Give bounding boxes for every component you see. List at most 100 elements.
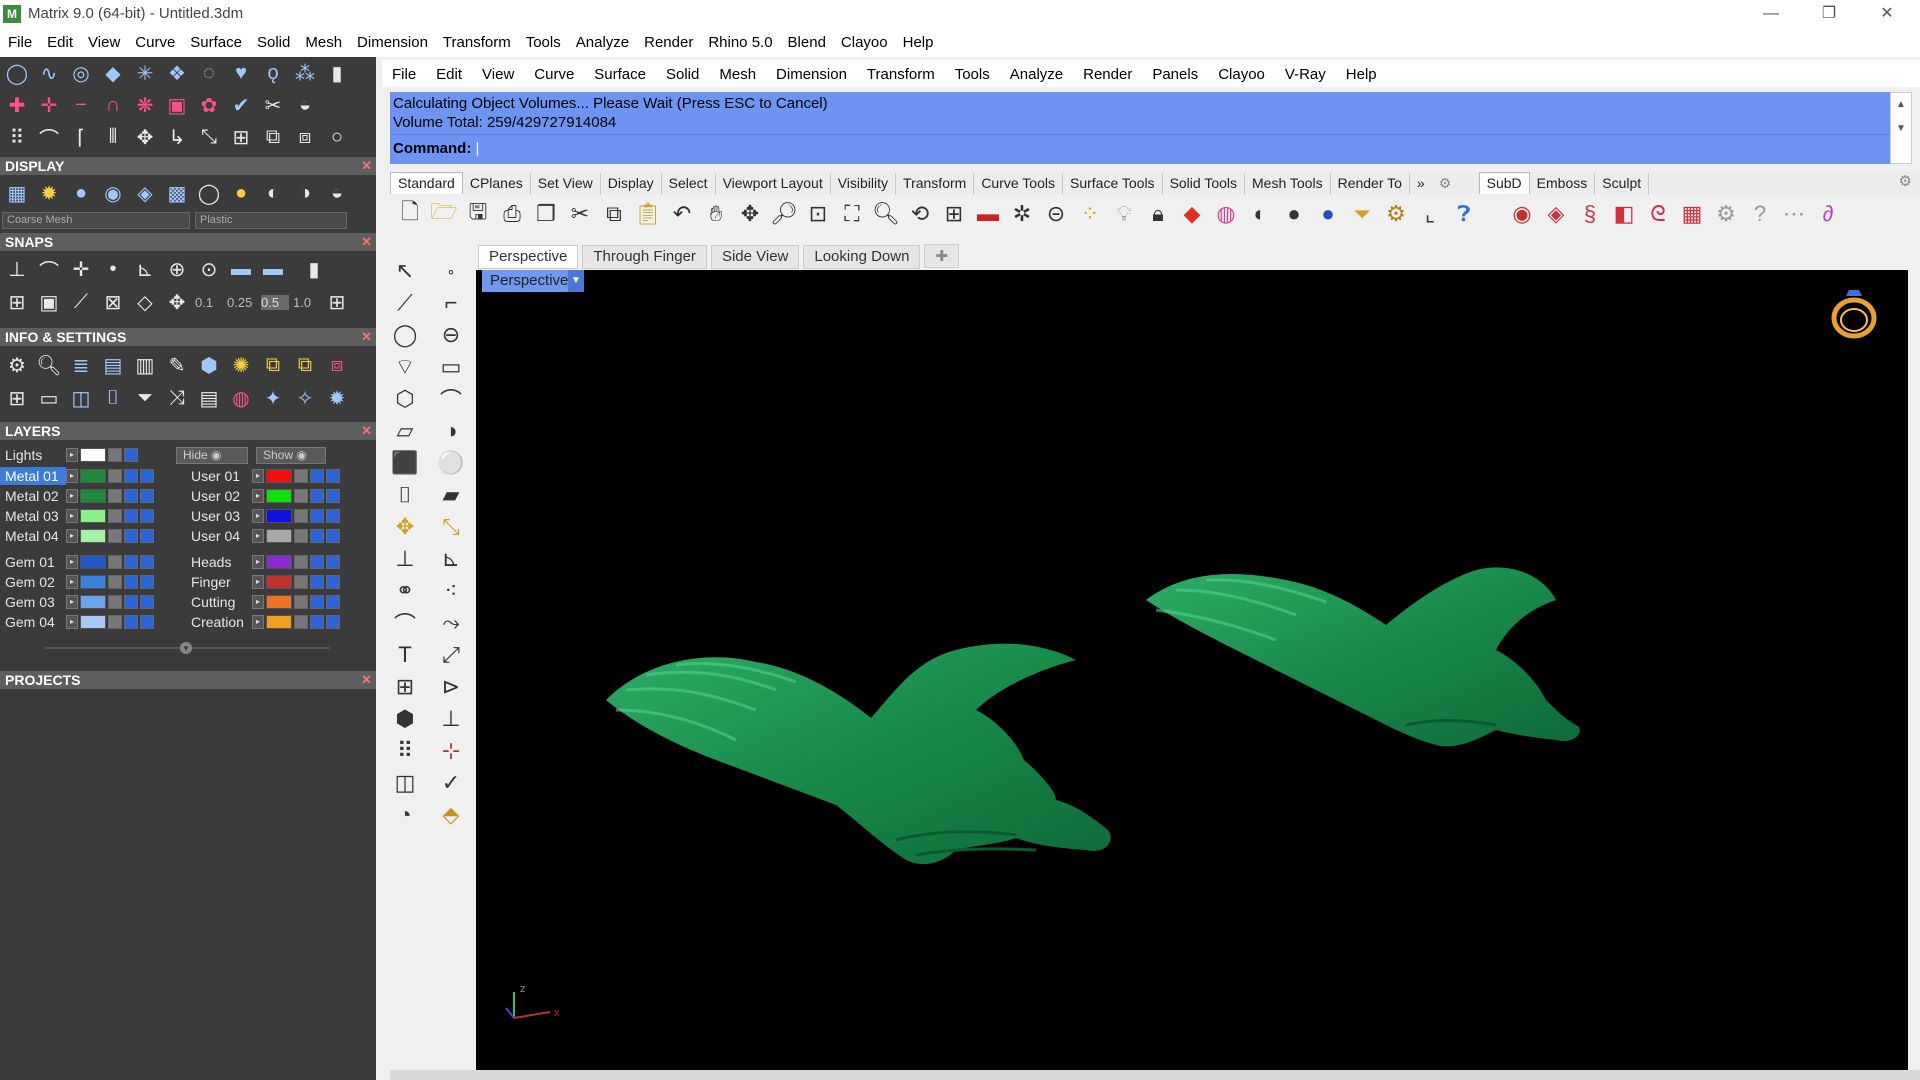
layer-color-swatch[interactable] <box>80 529 106 543</box>
points-on-icon[interactable]: ⁘ <box>1075 199 1105 229</box>
viewport-tab-looking-down[interactable]: Looking Down <box>803 245 921 269</box>
render-studio-icon[interactable]: ✹ <box>323 384 351 412</box>
close-icon[interactable]: ✕ <box>361 328 372 346</box>
material-icon[interactable] <box>140 615 154 629</box>
viewports-icon[interactable]: ⊞ <box>3 384 31 412</box>
expand-icon[interactable]: ▸ <box>252 555 264 569</box>
menu-clayoo[interactable]: Clayoo <box>833 28 895 51</box>
close-icon[interactable]: ✕ <box>361 233 372 251</box>
inner-menu-panels[interactable]: Panels <box>1142 60 1208 83</box>
tab-cplanes[interactable]: CPlanes <box>463 173 531 195</box>
solid-tools-icon[interactable]: ⬢ <box>390 703 420 735</box>
inner-menu-transform[interactable]: Transform <box>857 60 945 83</box>
inner-menu-analyze[interactable]: Analyze <box>1000 60 1073 83</box>
layer-row[interactable]: User 04 ▸ <box>186 526 366 546</box>
lock-icon[interactable] <box>108 448 122 462</box>
visible-icon[interactable] <box>124 529 138 543</box>
cplane-icon[interactable]: ⊝ <box>1041 199 1071 229</box>
rectangle-icon[interactable]: ▭ <box>436 351 466 383</box>
expand-icon[interactable]: ▸ <box>66 469 78 483</box>
print-icon[interactable]: ⎙ <box>497 199 527 229</box>
surface-icon[interactable]: ▱ <box>390 415 420 447</box>
subd-grid-icon[interactable]: ▦ <box>1677 199 1707 229</box>
ring-size-icon[interactable]: ◍ <box>227 384 255 412</box>
bezel-tool-icon[interactable]: ◌ <box>195 59 223 87</box>
lock-icon[interactable] <box>294 509 308 523</box>
scroll-down-icon[interactable]: ▼ <box>1891 117 1911 141</box>
material-icon[interactable] <box>326 595 340 609</box>
shaded-sphere-icon[interactable]: ● <box>67 179 95 207</box>
lock-icon[interactable] <box>108 615 122 629</box>
snap-point-icon[interactable]: ✛ <box>67 255 95 283</box>
expand-icon[interactable]: ▸ <box>66 448 78 462</box>
texture-icon[interactable]: ▩ <box>163 179 191 207</box>
expand-icon[interactable]: ▸ <box>252 529 264 543</box>
link-tool-icon[interactable]: ✂ <box>259 91 287 119</box>
material-icon[interactable] <box>140 489 154 503</box>
planar-icon[interactable]: ⟋ <box>67 288 95 316</box>
subd-cube-icon[interactable]: ◧ <box>1609 199 1639 229</box>
glass-sphere-icon[interactable]: ◑ <box>291 179 319 207</box>
pin-tool-icon[interactable]: ▮ <box>323 59 351 87</box>
layer-color-swatch[interactable] <box>266 555 292 569</box>
zoom-selected-icon[interactable]: 🔍︎ <box>871 199 901 229</box>
points-icon[interactable]: ⠿ <box>3 123 31 151</box>
lock-icon[interactable] <box>108 555 122 569</box>
hide-button[interactable]: Hide ◉ <box>176 446 248 464</box>
menu-analyze[interactable]: Analyze <box>568 28 636 51</box>
layers-section-header[interactable]: LAYERS ✕ <box>0 422 376 440</box>
layer-name[interactable]: Finger <box>186 573 252 591</box>
visible-icon[interactable] <box>310 509 324 523</box>
layer-color-swatch[interactable] <box>80 469 106 483</box>
grid-dots-icon[interactable]: ⊞ <box>323 288 351 316</box>
zoom-icon[interactable]: 🔎︎ <box>769 199 799 229</box>
restore-button[interactable]: ❐ <box>1800 0 1858 28</box>
scale-icon[interactable]: ⤡ <box>195 123 223 151</box>
layer-row[interactable]: Gem 02 ▸ <box>0 572 180 592</box>
snap-center-icon[interactable]: ⊙ <box>195 255 223 283</box>
viewport-tab-side-view[interactable]: Side View <box>710 245 800 269</box>
visible-icon[interactable] <box>124 489 138 503</box>
inner-menu-dimension[interactable]: Dimension <box>766 60 857 83</box>
move-icon[interactable]: ✥ <box>131 123 159 151</box>
viewport-tab-through-finger[interactable]: Through Finger <box>582 245 707 269</box>
expand-icon[interactable]: ▸ <box>252 509 264 523</box>
menu-blend[interactable]: Blend <box>780 28 833 51</box>
visible-icon[interactable] <box>310 489 324 503</box>
inner-menu-help[interactable]: Help <box>1336 60 1387 83</box>
expand-icon[interactable]: ▸ <box>252 615 264 629</box>
inner-menu-tools[interactable]: Tools <box>945 60 1000 83</box>
layer-row[interactable]: User 01 ▸ <box>186 466 366 486</box>
grid-icon[interactable]: ⊞ <box>227 123 255 151</box>
move-view-icon[interactable]: ✥ <box>735 199 765 229</box>
inner-menu-edit[interactable]: Edit <box>426 60 472 83</box>
visible-icon[interactable] <box>124 615 138 629</box>
polyline-icon[interactable]: ⟋ <box>390 287 420 319</box>
car-icon[interactable]: ▬ <box>973 199 1003 229</box>
lock-icon[interactable] <box>108 489 122 503</box>
star-icon[interactable]: ✧ <box>291 384 319 412</box>
layer-row[interactable]: Creation ▸ <box>186 612 366 632</box>
inner-menu-file[interactable]: File <box>382 60 426 83</box>
tab-display[interactable]: Display <box>601 173 662 195</box>
subd-options-icon[interactable]: ⚙ <box>1711 199 1741 229</box>
circle-tool-icon[interactable]: ◯ <box>3 59 31 87</box>
select-icon[interactable]: ⤨ <box>163 384 191 412</box>
notes-icon[interactable]: ✎ <box>163 351 191 379</box>
subd-sphere-icon[interactable]: ◉ <box>1507 199 1537 229</box>
layer-row[interactable]: User 03 ▸ <box>186 506 366 526</box>
help-icon[interactable]: ❓︎ <box>1449 199 1479 229</box>
cylinder-icon[interactable]: ⌷ <box>99 384 127 412</box>
arc-icon[interactable]: ∩ <box>99 91 127 119</box>
subd-loop-icon[interactable]: ᘓ <box>1643 199 1673 229</box>
offset-curve-icon[interactable]: ⤳ <box>436 607 466 639</box>
gray-sphere-icon[interactable]: ◒ <box>323 179 351 207</box>
heart-tool-icon[interactable]: ♥ <box>227 59 255 87</box>
visible-icon[interactable] <box>124 595 138 609</box>
deform-tool-icon[interactable]: ◒ <box>291 91 319 119</box>
dots-icon[interactable]: ⁖ <box>436 575 466 607</box>
polygon-icon[interactable]: ⬡ <box>390 383 420 415</box>
layer-color-swatch[interactable] <box>266 595 292 609</box>
light-bulb-icon[interactable]: 💡︎ <box>1109 199 1139 229</box>
snap-quad-icon[interactable]: ⊕ <box>163 255 191 283</box>
